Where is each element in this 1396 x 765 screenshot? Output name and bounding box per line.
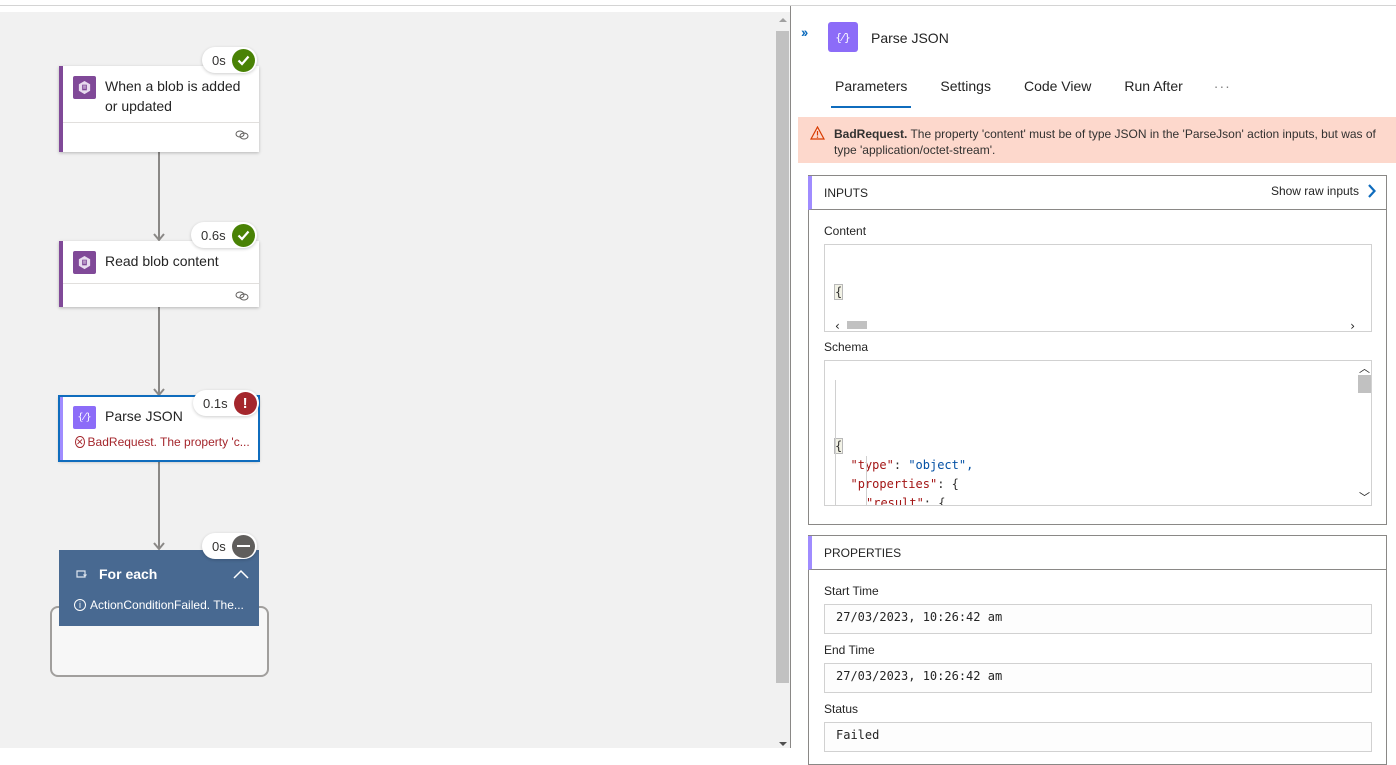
chevron-right-icon	[1368, 184, 1376, 198]
scrollbar-thumb[interactable]	[1358, 375, 1371, 393]
alert-code: BadRequest.	[834, 127, 908, 141]
blob-storage-icon	[73, 251, 96, 274]
more-tabs-button[interactable]: ···	[1214, 78, 1231, 108]
end-time-label: End Time	[824, 643, 875, 657]
read-blob-card[interactable]: Read blob content	[59, 241, 259, 307]
duration-label: 0.1s	[203, 395, 228, 411]
parse-json-title: Parse JSON	[105, 408, 183, 424]
parse-json-icon: {⁄}	[73, 406, 96, 429]
start-time-label: Start Time	[824, 584, 879, 598]
show-raw-inputs-button[interactable]: Show raw inputs	[1271, 184, 1376, 198]
loop-icon	[76, 570, 87, 578]
alert-message: The property 'content' must be of type J…	[834, 127, 1376, 157]
status-label: Status	[824, 702, 859, 716]
error-alert: BadRequest. The property 'content' must …	[798, 117, 1396, 163]
properties-title: PROPERTIES	[824, 546, 902, 560]
trigger-card[interactable]: When a blob is added or updated	[59, 66, 259, 152]
status-badge: 0.1s !	[193, 390, 259, 416]
success-icon	[231, 48, 255, 72]
status-badge: 0s	[202, 533, 257, 559]
error-circle-icon: ✕	[75, 436, 85, 448]
foreach-card[interactable]: For each i ActionConditionFailed. The...	[59, 550, 259, 626]
content-code-editor[interactable]: { "$content-type": "application/octet-st…	[824, 244, 1372, 332]
start-time-field: 27/03/2023, 10:26:42 am	[824, 604, 1372, 634]
status-badge: 0.6s	[191, 222, 257, 248]
warning-icon	[810, 126, 825, 140]
horizontal-scrollbar[interactable]: ‹ ›	[825, 319, 1371, 331]
tab-run-after[interactable]: Run After	[1124, 78, 1182, 108]
inputs-section: INPUTS Show raw inputs Content { "$conte…	[808, 175, 1387, 525]
scroll-left-icon[interactable]: ‹	[835, 317, 840, 331]
error-message: ✕ BadRequest. The property 'c...	[75, 435, 250, 449]
success-icon	[231, 223, 255, 247]
scroll-down-icon[interactable]: ﹀	[1359, 488, 1370, 505]
status-badge: 0s	[202, 47, 257, 73]
connector-line	[158, 152, 160, 240]
error-icon: !	[233, 391, 257, 415]
schema-label: Schema	[824, 340, 869, 354]
scroll-down-icon[interactable]	[779, 742, 787, 746]
indent-guide	[835, 380, 836, 505]
tab-settings[interactable]: Settings	[940, 78, 991, 108]
duration-label: 0s	[212, 538, 226, 554]
collapse-panel-icon[interactable]: ››	[801, 24, 808, 40]
scroll-right-icon[interactable]: ›	[1350, 317, 1355, 331]
tab-parameters[interactable]: Parameters	[830, 78, 912, 108]
connector-line	[158, 307, 160, 395]
blob-storage-icon	[73, 76, 96, 99]
canvas-scrollbar[interactable]	[776, 12, 790, 748]
schema-code-editor[interactable]: { "type": "object", "properties": { "result…	[824, 360, 1372, 506]
duration-label: 0s	[212, 52, 226, 68]
connector-line	[158, 461, 160, 549]
link-icon[interactable]	[235, 130, 249, 140]
vertical-scrollbar[interactable]: ︿ ﹀	[1357, 361, 1371, 505]
end-time-field: 27/03/2023, 10:26:42 am	[824, 663, 1372, 693]
details-panel: ›› {⁄} Parse JSON Parameters Settings Co…	[791, 6, 1396, 765]
code-line: {	[833, 438, 844, 454]
content-label: Content	[824, 224, 867, 238]
scrollbar-thumb[interactable]	[847, 321, 867, 329]
foreach-message: ActionConditionFailed. The...	[90, 598, 244, 612]
tab-code-view[interactable]: Code View	[1024, 78, 1091, 108]
code-line: "properties": {	[850, 477, 959, 491]
code-line: {	[833, 284, 844, 300]
parse-json-icon: {⁄}	[828, 22, 858, 52]
info-icon: i	[74, 599, 86, 611]
foreach-title: For each	[99, 566, 158, 582]
link-icon[interactable]	[235, 291, 249, 301]
read-blob-title: Read blob content	[105, 253, 219, 269]
duration-label: 0.6s	[201, 227, 226, 243]
inputs-title: INPUTS	[824, 186, 869, 200]
properties-section: PROPERTIES Start Time 27/03/2023, 10:26:…	[808, 535, 1387, 765]
skipped-icon	[231, 534, 255, 558]
panel-tabs: Parameters Settings Code View Run After …	[830, 78, 1264, 108]
trigger-title: When a blob is added or updated	[105, 78, 241, 114]
indent-guide	[866, 456, 867, 505]
code-line: "type": "object",	[850, 458, 974, 472]
scroll-up-icon[interactable]	[779, 18, 787, 22]
scrollbar-thumb[interactable]	[776, 31, 789, 683]
chevron-up-icon[interactable]	[233, 569, 249, 579]
code-line: "result": {	[866, 496, 946, 506]
panel-title: Parse JSON	[871, 30, 949, 46]
